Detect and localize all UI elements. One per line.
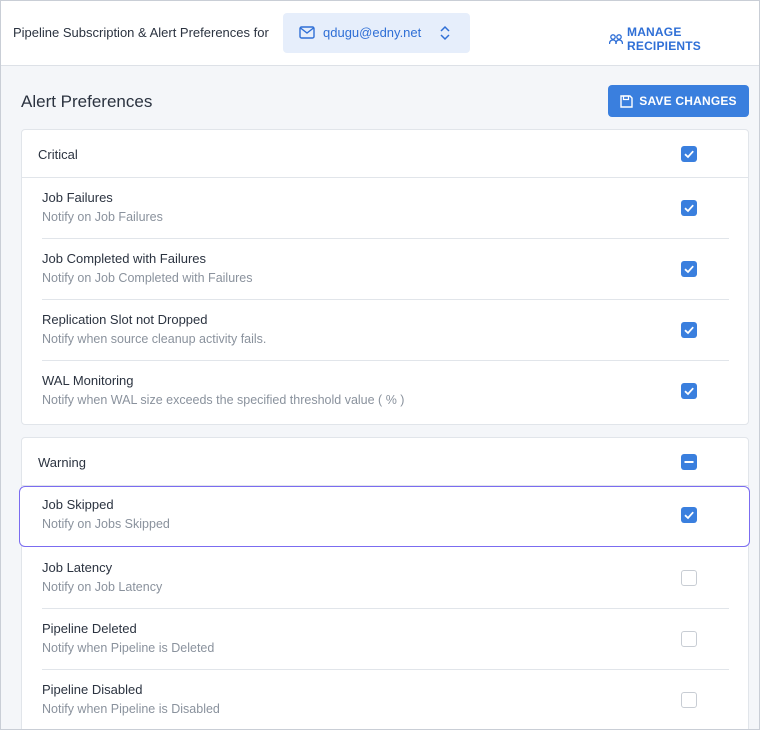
group-label: Critical [38, 147, 78, 162]
mail-icon [299, 26, 315, 39]
alert-description: Notify on Job Completed with Failures [42, 271, 253, 285]
up-down-chevron-icon [440, 25, 450, 41]
alert-name: Job Skipped [42, 497, 114, 512]
alert-description: Notify when WAL size exceeds the specifi… [42, 393, 405, 407]
minus-icon [684, 461, 694, 463]
top-bar: Pipeline Subscription & Alert Preference… [1, 1, 759, 66]
alert-description: Notify on Job Failures [42, 210, 163, 224]
alert-description: Notify on Job Latency [42, 580, 163, 594]
list-item: WAL Monitoring Notify when WAL size exce… [42, 361, 729, 422]
alert-checkbox[interactable] [681, 631, 697, 647]
alert-name: Job Failures [42, 190, 113, 205]
group-label: Warning [38, 455, 86, 470]
alert-checkbox[interactable] [681, 322, 697, 338]
alert-checkbox[interactable] [681, 383, 697, 399]
list-item: Job Latency Notify on Job Latency [42, 548, 729, 609]
check-icon [684, 265, 694, 274]
alert-name: Job Latency [42, 560, 113, 575]
check-icon [684, 326, 694, 335]
list-item: Pipeline Disabled Notify when Pipeline i… [42, 670, 729, 729]
alert-checkbox[interactable] [681, 200, 697, 216]
save-button[interactable]: SAVE CHANGES [608, 85, 749, 117]
alert-name: Pipeline Disabled [42, 682, 143, 697]
page-title: Alert Preferences [21, 92, 153, 111]
list-item: Replication Slot not Dropped Notify when… [42, 300, 729, 361]
alert-name: Job Completed with Failures [42, 251, 207, 266]
alert-description: Notify on Jobs Skipped [42, 517, 170, 531]
alert-name: WAL Monitoring [42, 373, 134, 388]
alert-checkbox[interactable] [681, 570, 697, 586]
warning-group-header: Warning [22, 438, 748, 486]
alert-checkbox[interactable] [681, 692, 697, 708]
check-icon [684, 150, 694, 159]
manage-recipients-label: MANAGE RECIPIENTS [627, 25, 702, 53]
users-icon [609, 34, 623, 45]
alert-description: Notify when source cleanup activity fail… [42, 332, 267, 346]
alert-checkbox[interactable] [681, 261, 697, 277]
warning-group-checkbox[interactable] [681, 454, 697, 470]
check-icon [684, 511, 694, 520]
page-header-title: Pipeline Subscription & Alert Preference… [13, 25, 269, 40]
app-frame: Pipeline Subscription & Alert Preference… [0, 0, 760, 730]
alert-description: Notify when Pipeline is Disabled [42, 702, 220, 716]
critical-group-checkbox[interactable] [681, 146, 697, 162]
check-icon [684, 204, 694, 213]
job-skipped-row-focused[interactable]: Job Skipped Notify on Jobs Skipped [19, 486, 750, 547]
alert-name: Pipeline Deleted [42, 621, 137, 636]
list-item: Job Failures Notify on Job Failures [42, 178, 729, 239]
list-item: Job Completed with Failures Notify on Jo… [42, 239, 729, 300]
critical-group-card: Critical Job Failures Notify on Job Fail… [21, 129, 749, 425]
alert-checkbox[interactable] [681, 507, 697, 523]
list-item: Pipeline Deleted Notify when Pipeline is… [42, 609, 729, 670]
manage-recipients-link[interactable]: MANAGE RECIPIENTS [609, 25, 759, 53]
save-button-label: SAVE CHANGES [639, 94, 737, 108]
critical-group-header: Critical [22, 130, 748, 178]
email-selector-value: qdugu@edny.net [323, 25, 422, 40]
alert-description: Notify when Pipeline is Deleted [42, 641, 215, 655]
warning-group-card: Warning Job Latency Notify on Job Latenc… [21, 437, 749, 729]
email-selector[interactable]: qdugu@edny.net [283, 13, 470, 53]
check-icon [684, 387, 694, 396]
save-icon [620, 94, 633, 108]
alert-name: Replication Slot not Dropped [42, 312, 208, 327]
